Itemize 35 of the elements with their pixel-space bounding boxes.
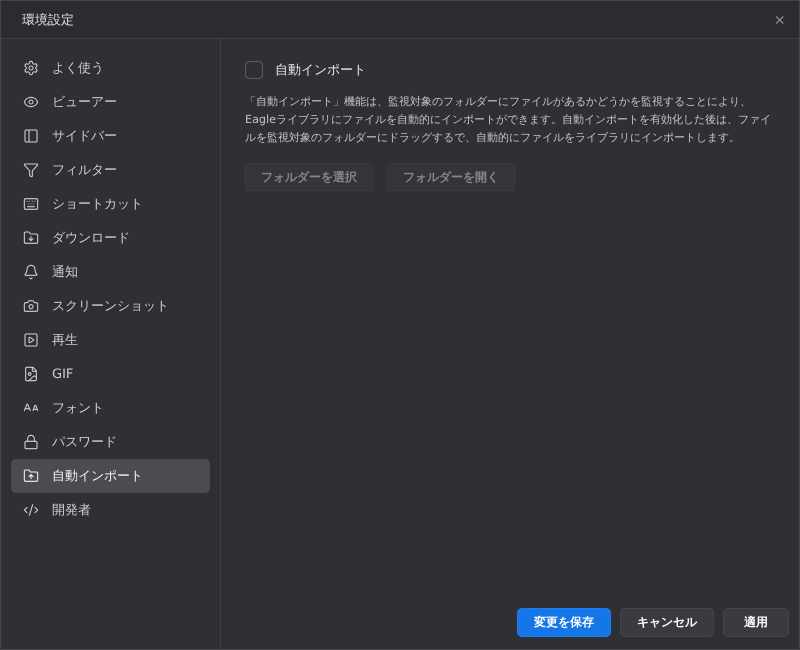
lock-icon xyxy=(23,434,39,450)
window-title: 環境設定 xyxy=(22,12,74,28)
folder-download-icon xyxy=(23,230,39,246)
sidebar-item[interactable]: ショートカット xyxy=(11,187,210,221)
folder-upload-icon xyxy=(23,468,39,484)
sidebar-item[interactable]: サイドバー xyxy=(11,119,210,153)
sidebar-item[interactable]: GIF xyxy=(11,357,210,391)
image-file-icon xyxy=(23,366,39,382)
sidebar-item[interactable]: 開発者 xyxy=(11,493,210,527)
play-icon xyxy=(23,332,39,348)
sidebar-item[interactable]: パスワード xyxy=(11,425,210,459)
description: 「自動インポート」機能は、監視対象のフォルダーにファイルがあるかどうかを監視することにより、Eagleライブラリにファイルを自動的にインポートができます。自動インポートを有効化した後は、ファイルを監視対象のフォルダーにドラッグするで、自動的にファイルをライブラリにインポートします。 xyxy=(245,94,772,146)
save-button[interactable]: 変更を保存 xyxy=(517,608,611,637)
dialog-button[interactable]: キャンセル xyxy=(620,608,714,637)
close-button[interactable]: × xyxy=(772,10,787,28)
filter-icon xyxy=(23,162,39,178)
sidebar-item[interactable]: 通知 xyxy=(11,255,210,289)
sidebar-item[interactable]: スクリーンショット xyxy=(11,289,210,323)
gear-icon xyxy=(23,60,39,76)
sidebar-item[interactable]: フォント xyxy=(11,391,210,425)
dialog-button[interactable]: 適用 xyxy=(723,608,789,637)
checkbox[interactable] xyxy=(245,61,263,79)
sidebar-item[interactable]: フィルター xyxy=(11,153,210,187)
sidebar-item[interactable]: ビューアー xyxy=(11,85,210,119)
camera-icon xyxy=(23,298,39,314)
sidebar-item[interactable]: 再生 xyxy=(11,323,210,357)
keyboard-icon xyxy=(23,196,39,212)
code-icon xyxy=(23,502,39,518)
bell-icon xyxy=(23,264,39,280)
eye-icon xyxy=(23,94,39,110)
sidebar-item[interactable]: 自動インポート xyxy=(11,459,210,493)
sidebar-item[interactable]: ダウンロード xyxy=(11,221,210,255)
sidebar-icon xyxy=(23,128,39,144)
sidebar-item[interactable]: よく使う xyxy=(11,51,210,85)
checkbox-label: 自動インポート xyxy=(275,62,366,79)
